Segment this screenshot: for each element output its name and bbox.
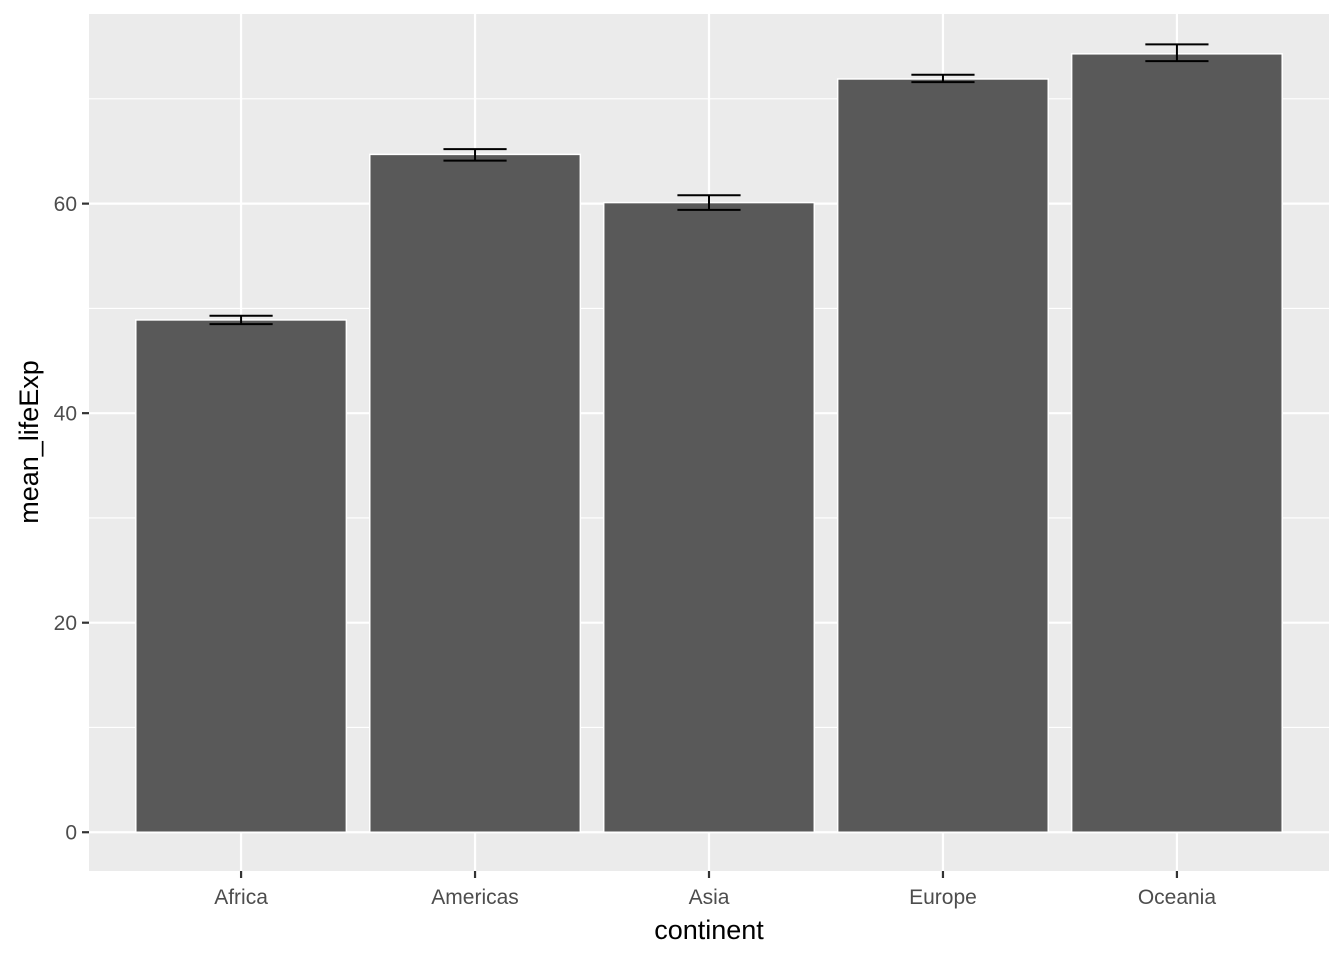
x-tick-label: Oceania (1138, 886, 1217, 909)
x-axis-title: continent (654, 915, 764, 945)
y-axis: 0 20 40 60 (54, 193, 89, 845)
bar-africa (135, 319, 348, 833)
x-tick-label: Asia (689, 886, 730, 909)
x-tick-label: Europe (909, 886, 977, 909)
y-tick-label: 20 (54, 612, 77, 635)
bar-europe (836, 78, 1049, 833)
bar-chart: 0204060 Africa Americas Asia Europe Oceania … (14, 14, 1329, 945)
x-tick-label: Americas (431, 886, 519, 909)
x-axis: Africa Americas Asia Europe Oceania (214, 871, 1216, 909)
bar-oceania (1070, 53, 1283, 833)
bar-americas (369, 153, 582, 833)
y-tick-label: 60 (54, 193, 77, 216)
y-tick-label: 0 (65, 822, 77, 845)
y-axis-title: mean_lifeExp (14, 360, 44, 524)
bar-asia (602, 201, 816, 833)
x-tick-label: Africa (214, 886, 268, 909)
y-tick-label: 40 (54, 403, 77, 426)
